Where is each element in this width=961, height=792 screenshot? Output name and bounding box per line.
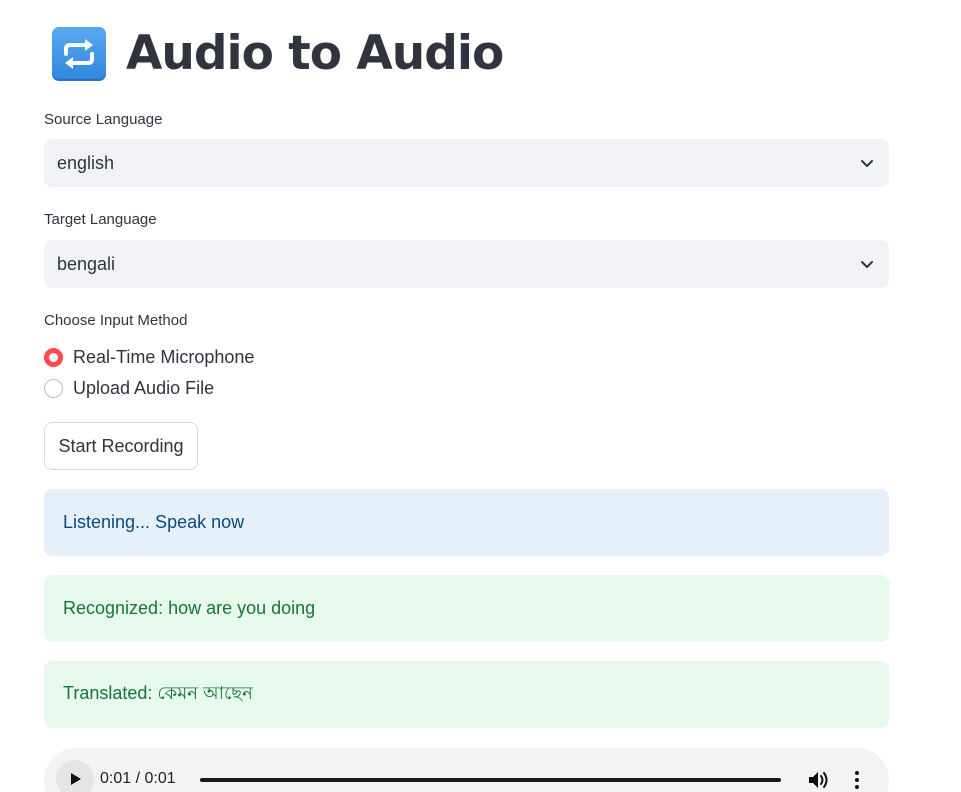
radio-label: Real-Time Microphone (73, 347, 255, 367)
listening-text: Listening... Speak now (63, 512, 245, 532)
repeat-arrows-icon (52, 26, 106, 81)
input-method-label: Choose Input Method (44, 312, 188, 329)
radio-selected-indicator[interactable] (44, 348, 63, 367)
target-language-select[interactable]: bengali (44, 240, 889, 288)
volume-icon[interactable] (808, 770, 830, 790)
radio-unselected-indicator[interactable] (44, 379, 63, 398)
source-language-value: english (57, 152, 115, 173)
radio-label: Upload Audio File (73, 378, 215, 398)
more-options-icon[interactable] (850, 770, 864, 790)
time-separator: / (131, 770, 145, 787)
play-icon[interactable] (56, 760, 94, 792)
translated-alert: Translated: কেমন আছেন (44, 661, 889, 728)
audio-seek-bar[interactable] (200, 778, 781, 782)
page-header: Audio to Audio (52, 26, 504, 81)
app-page: Audio to Audio Source Language english T… (0, 0, 961, 792)
target-language-label: Target Language (44, 211, 157, 228)
source-language-select[interactable]: english (44, 139, 889, 187)
current-time: 0:01 (100, 770, 132, 787)
radio-realtime-microphone[interactable]: Real-Time Microphone (44, 347, 254, 368)
start-recording-button[interactable]: Start Recording (44, 422, 198, 470)
source-language-label: Source Language (44, 111, 163, 128)
recognized-alert: Recognized: how are you doing (44, 575, 889, 642)
page-title: Audio to Audio (126, 26, 504, 81)
recognized-text: Recognized: how are you doing (63, 598, 316, 618)
audio-time: 0:01 / 0:01 (100, 770, 176, 788)
audio-player: 0:01 / 0:01 (44, 748, 889, 792)
chevron-down-icon (861, 160, 873, 167)
audio-progress-fill (200, 778, 781, 782)
duration: 0:01 (144, 770, 176, 787)
chevron-down-icon (861, 261, 873, 268)
radio-upload-audio-file[interactable]: Upload Audio File (44, 378, 214, 399)
target-language-value: bengali (57, 253, 116, 274)
translated-text: Translated: কেমন আছেন (63, 683, 253, 703)
listening-alert: Listening... Speak now (44, 489, 889, 556)
